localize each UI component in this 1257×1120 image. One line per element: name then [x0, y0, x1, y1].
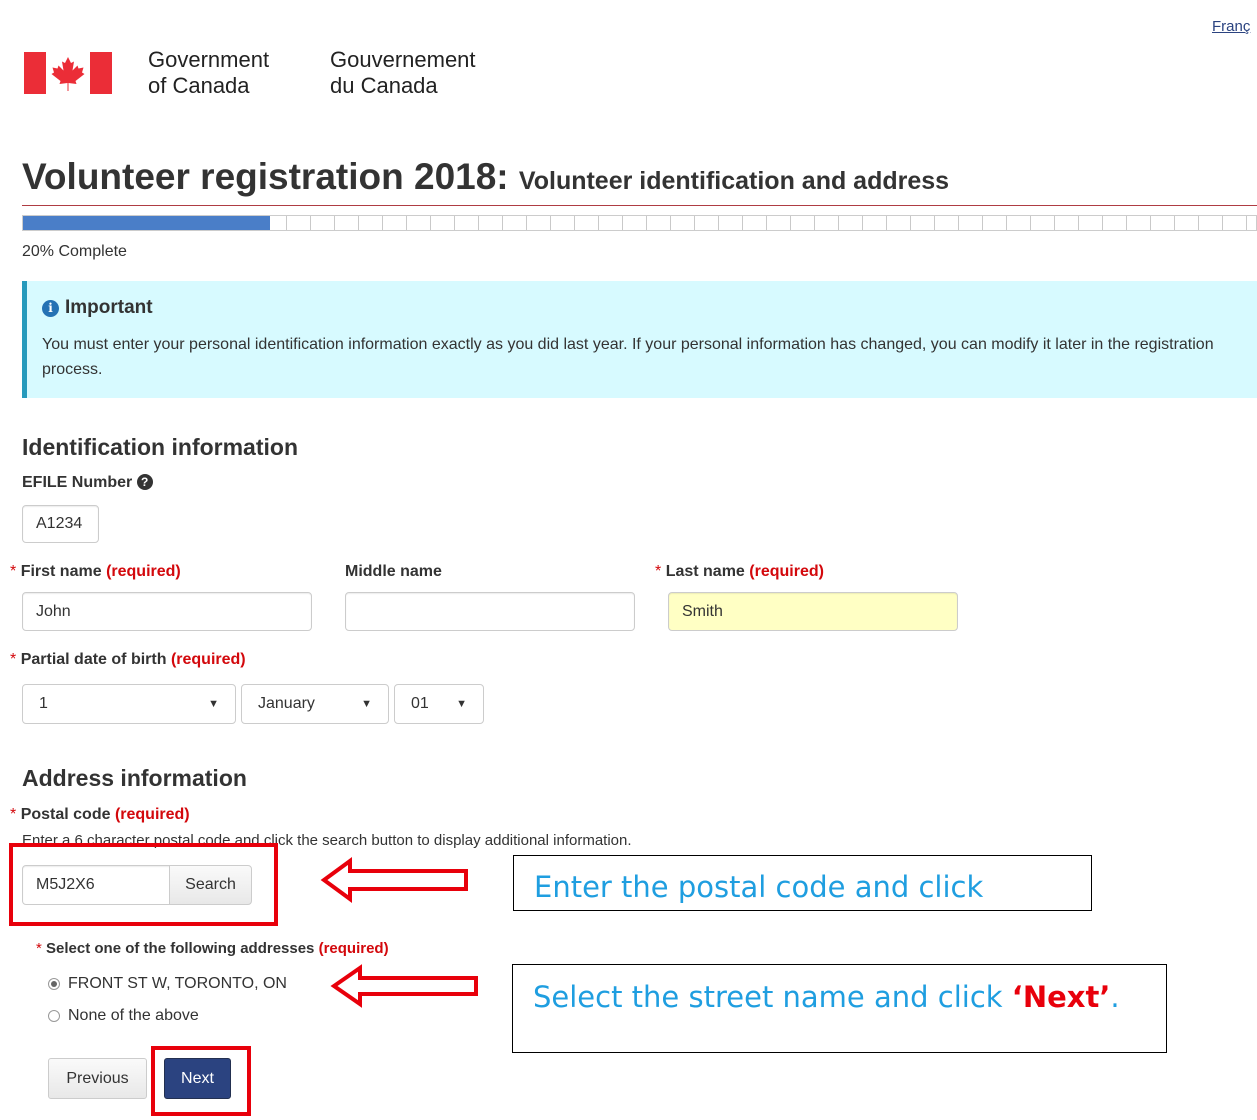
dob-label-text: Partial date of birth [20, 651, 167, 668]
postal-code-label: * Postal code (required) [10, 806, 190, 824]
efile-label: EFILE Number ? [22, 474, 153, 492]
dob-month-value: January [258, 695, 315, 712]
last-name-label: * Last name (required) [655, 563, 824, 581]
last-name-field[interactable] [668, 592, 958, 631]
dob-year-select[interactable]: 01 ▼ [394, 684, 484, 724]
radio-selected-icon[interactable] [48, 978, 60, 990]
required-marker: (required) [106, 563, 181, 580]
alert-heading-text: Important [65, 297, 153, 318]
caret-down-icon: ▼ [208, 698, 219, 710]
progress-bar-fill [23, 216, 270, 230]
language-toggle-link[interactable]: Franç [1212, 18, 1250, 35]
required-marker: (required) [318, 940, 389, 957]
first-name-label-text: First name [20, 563, 102, 580]
first-name-field[interactable] [22, 592, 312, 631]
identification-section-title: Identification information [22, 434, 298, 460]
middle-name-field[interactable] [345, 592, 635, 631]
page-subtitle: Volunteer identification and address [518, 167, 950, 195]
last-name-label-text: Last name [665, 563, 745, 580]
government-of-canada-signature-en: Government of Canada [148, 47, 269, 99]
gov-fr-line1: Gouvernement [330, 47, 476, 72]
address-option-label: None of the above [68, 1007, 199, 1024]
alert-body: You must enter your personal identificat… [42, 336, 1214, 378]
required-star: * [10, 651, 17, 668]
page-title: Volunteer registration 2018: Volunteer i… [22, 156, 949, 198]
callout-select-street: Select the street name and click ‘Next’. [512, 964, 1167, 1053]
radio-icon[interactable] [48, 1010, 60, 1022]
first-name-label: * First name (required) [10, 563, 181, 581]
callout-select-next-word: ‘Next’ [1011, 980, 1111, 1014]
alert-heading: i Important [42, 297, 153, 319]
required-marker: (required) [114, 806, 190, 823]
dob-label: * Partial date of birth (required) [10, 651, 246, 669]
gov-fr-line2: du Canada [330, 73, 438, 98]
dob-day-value: 1 [39, 695, 48, 712]
address-option-none[interactable]: None of the above [48, 1007, 199, 1025]
address-select-label-text: Select one of the following addresses [46, 940, 315, 957]
required-star: * [10, 806, 17, 823]
callout-postal-code: Enter the postal code and click [513, 855, 1092, 911]
dob-year-value: 01 [411, 695, 429, 712]
dob-month-select[interactable]: January ▼ [241, 684, 389, 724]
progress-bar [22, 215, 1257, 231]
address-option-label: FRONT ST W, TORONTO, ON [68, 975, 287, 992]
title-divider [22, 205, 1257, 206]
arrow-left-icon [320, 857, 468, 903]
caret-down-icon: ▼ [361, 698, 372, 710]
efile-number-field[interactable] [22, 505, 99, 543]
info-icon: i [42, 299, 59, 317]
postal-code-label-text: Postal code [20, 806, 111, 823]
page-title-main: Volunteer registration 2018: [22, 156, 509, 197]
gov-en-line1: Government [148, 47, 270, 72]
arrow-left-icon [330, 964, 478, 1008]
middle-name-label: Middle name [345, 563, 442, 580]
required-marker: (required) [749, 563, 824, 580]
required-star: * [10, 563, 17, 580]
highlight-box-next [151, 1046, 251, 1116]
progress-label: 20% Complete [22, 243, 127, 260]
canada-flag-icon [24, 52, 112, 94]
help-icon[interactable]: ? [136, 474, 153, 490]
address-option-front-st[interactable]: FRONT ST W, TORONTO, ON [48, 975, 287, 993]
required-star: * [655, 563, 662, 580]
callout-select-text: Select the street name and click [533, 980, 1012, 1014]
previous-button[interactable]: Previous [48, 1058, 147, 1099]
highlight-box-postal [9, 843, 278, 926]
government-of-canada-signature-fr: Gouvernement du Canada [330, 47, 476, 99]
caret-down-icon: ▼ [456, 698, 467, 710]
required-star: * [36, 940, 42, 957]
callout-select-suffix: . [1110, 980, 1120, 1014]
address-section-title: Address information [22, 765, 247, 791]
gov-en-line2: of Canada [148, 73, 250, 98]
address-select-label: * Select one of the following addresses … [36, 940, 389, 957]
efile-label-text: EFILE Number [22, 474, 133, 491]
dob-day-select[interactable]: 1 ▼ [22, 684, 236, 724]
required-marker: (required) [170, 651, 246, 668]
